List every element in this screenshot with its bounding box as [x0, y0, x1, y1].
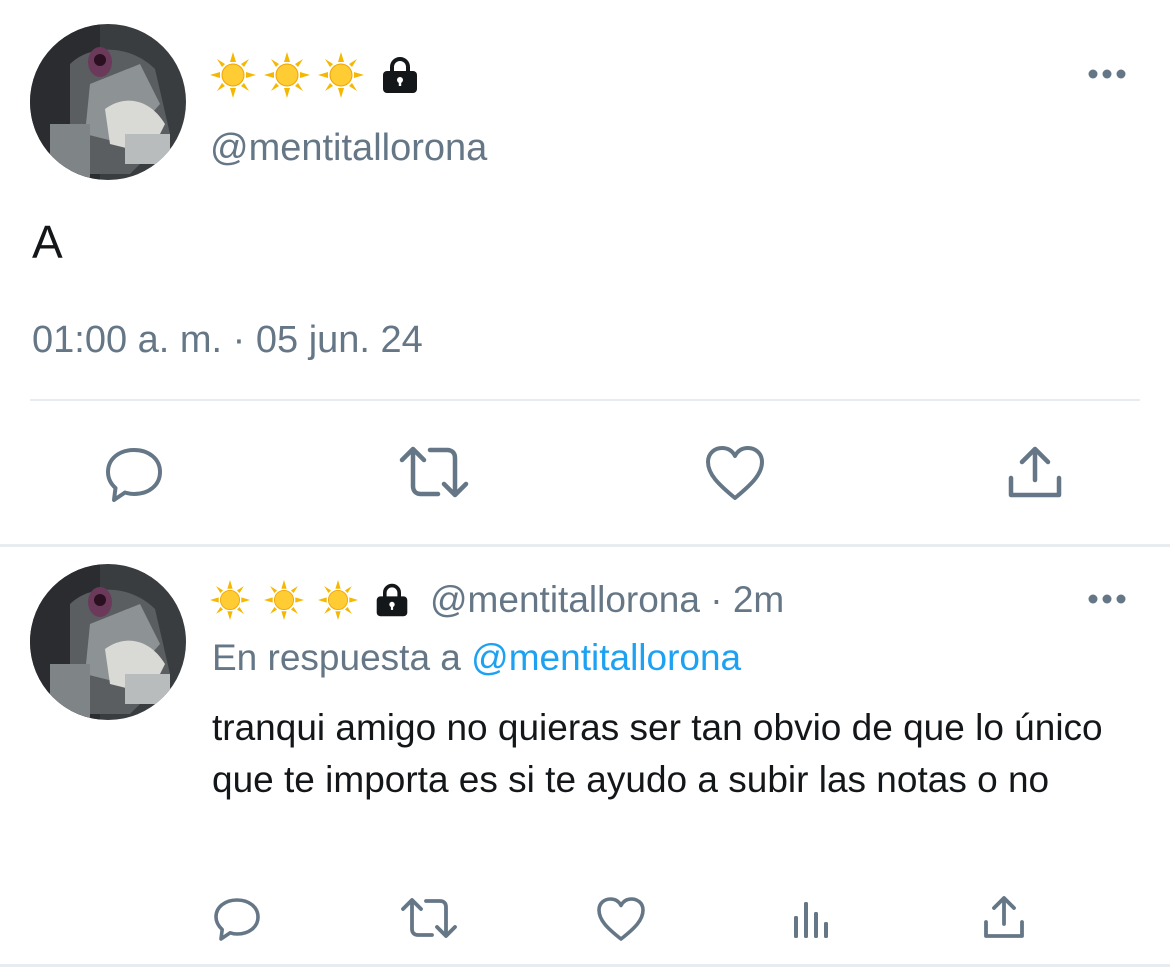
lock-icon — [380, 55, 420, 95]
reply-to-mention-link[interactable]: @mentitallorona — [471, 637, 741, 678]
reply-icon[interactable] — [104, 444, 164, 504]
divider — [0, 544, 1170, 547]
share-icon[interactable] — [1006, 444, 1064, 500]
tweet-text: A — [32, 216, 63, 268]
more-options-icon[interactable] — [1087, 593, 1127, 605]
divider — [30, 399, 1140, 401]
user-handle[interactable]: @mentitallorona — [210, 124, 487, 172]
sun-emoji-icon — [318, 580, 358, 620]
retweet-icon[interactable] — [398, 444, 470, 500]
tweet-timestamp[interactable]: 01:00 a. m. · 05 jun. 24 — [32, 316, 423, 364]
sun-emoji-icon — [210, 52, 256, 98]
reply-header: @mentitallorona · 2m — [210, 576, 784, 624]
retweet-icon[interactable] — [400, 896, 458, 940]
sun-emoji-icon — [264, 580, 304, 620]
sun-emoji-icon — [318, 52, 364, 98]
stats-icon[interactable] — [792, 898, 832, 940]
lock-icon — [374, 582, 410, 618]
like-icon[interactable] — [704, 444, 766, 502]
avatar[interactable] — [30, 564, 186, 720]
like-icon[interactable] — [596, 896, 646, 942]
divider — [0, 964, 1170, 967]
reply-icon[interactable] — [213, 896, 261, 942]
reply-context: En respuesta a @mentitallorona — [212, 634, 741, 682]
more-options-icon[interactable] — [1087, 68, 1127, 80]
sun-emoji-icon — [210, 580, 250, 620]
reply-to-prefix: En respuesta a — [212, 637, 461, 678]
tweet-text: tranqui amigo no quieras ser tan obvio d… — [212, 707, 1103, 800]
share-icon[interactable] — [982, 894, 1026, 940]
user-handle-and-time[interactable]: @mentitallorona · 2m — [430, 576, 784, 624]
display-name — [210, 52, 420, 98]
sun-emoji-icon — [264, 52, 310, 98]
avatar[interactable] — [30, 24, 186, 180]
tweet-thread: @mentitallorona A 01:00 a. m. · 05 jun. … — [0, 0, 1170, 969]
